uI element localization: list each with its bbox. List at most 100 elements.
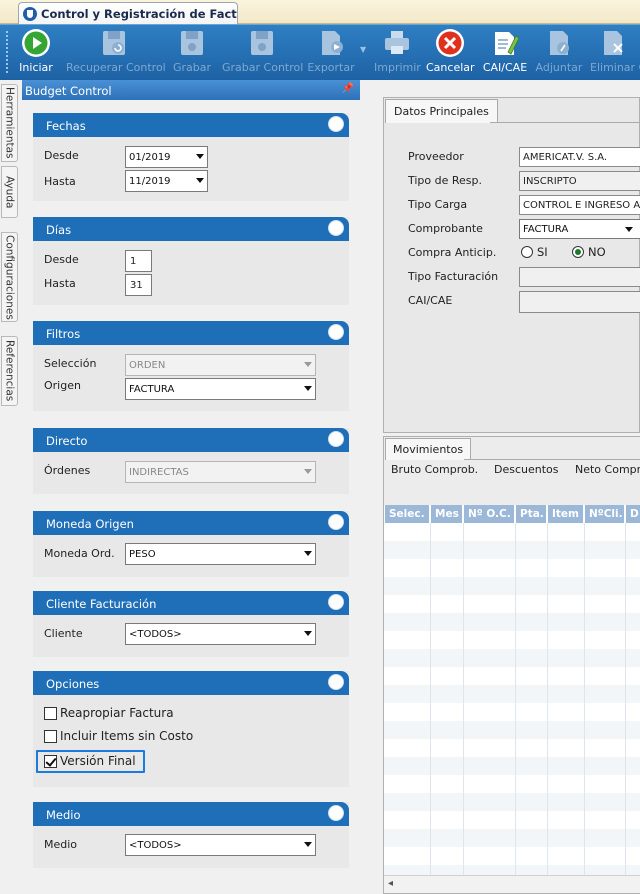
- document-tab[interactable]: Control y Registración de Factura...: [18, 2, 238, 24]
- seleccion-select: ORDEN: [125, 354, 316, 376]
- collapse-circle-icon[interactable]: [328, 594, 344, 610]
- cai-cae-label: CAI/CAE: [408, 294, 453, 307]
- proveedor-field[interactable]: AMERICAT.V. S.A.: [519, 147, 640, 167]
- side-tab-strip: Herramientas Ayuda Configuraciones Refer…: [0, 80, 20, 894]
- scroll-left-icon[interactable]: ◂: [388, 878, 393, 889]
- section-cliente-facturacion: Cliente Facturación Cliente <TODOS>: [33, 591, 349, 657]
- side-tab-referencias[interactable]: Referencias: [1, 336, 18, 406]
- chevron-down-icon: [304, 551, 312, 556]
- column-header-mes[interactable]: Mes: [431, 505, 463, 523]
- column-header-oc[interactable]: Nº O.C.: [464, 505, 515, 523]
- incluir-items-checkbox[interactable]: Incluir Items sin Costo: [44, 729, 193, 743]
- tipo-facturacion-label: Tipo Facturación: [408, 270, 499, 283]
- column-header-selec[interactable]: Selec.: [385, 505, 430, 523]
- collapse-circle-icon[interactable]: [328, 805, 344, 821]
- horizontal-scrollbar[interactable]: ◂: [384, 875, 640, 893]
- fechas-desde-label: Desde: [44, 149, 79, 162]
- collapse-circle-icon[interactable]: [328, 220, 344, 236]
- fechas-hasta-label: Hasta: [44, 175, 76, 188]
- fechas-desde-select[interactable]: 01/2019: [125, 146, 208, 168]
- budget-control-panel: Budget Control 📌 Fechas Desde 01/2019 Ha…: [22, 80, 360, 894]
- section-filtros-header: Filtros: [33, 321, 349, 345]
- compra-no-radio[interactable]: NO: [572, 245, 606, 259]
- pin-icon[interactable]: 📌: [342, 83, 354, 94]
- section-filtros: Filtros Selección ORDEN Origen FACTURA: [33, 321, 349, 411]
- document-pencil-icon: [490, 28, 520, 58]
- section-cliente-header: Cliente Facturación: [33, 591, 349, 615]
- section-medio-header: Medio: [33, 802, 349, 826]
- column-header-d[interactable]: D: [626, 505, 640, 523]
- section-dias-header: Días: [33, 217, 349, 241]
- movimientos-grid[interactable]: [384, 523, 640, 875]
- toolbar: Iniciar Recuperar Control Grabar Grabar …: [0, 24, 640, 80]
- eliminar-button[interactable]: Eliminar C: [590, 28, 640, 74]
- side-tab-ayuda[interactable]: Ayuda: [1, 166, 18, 218]
- datos-principales-panel: Datos Principales Proveedor AMERICAT.V. …: [383, 97, 640, 433]
- cai-cae-button[interactable]: CAI/CAE: [482, 28, 528, 74]
- side-tab-configuraciones[interactable]: Configuraciones: [1, 232, 18, 322]
- toolbar-grip[interactable]: [6, 31, 9, 73]
- tab-movimientos[interactable]: Movimientos: [385, 438, 472, 460]
- recuperar-control-button[interactable]: Recuperar Control: [66, 28, 166, 74]
- reapropiar-factura-checkbox[interactable]: Reapropiar Factura: [44, 706, 174, 720]
- tipo-carga-field[interactable]: CONTROL E INGRESO AUT: [519, 195, 640, 215]
- cliente-select[interactable]: <TODOS>: [125, 623, 316, 645]
- section-directo-header: Directo: [33, 428, 349, 452]
- section-directo: Directo Órdenes INDIRECTAS: [33, 428, 349, 494]
- exportar-button[interactable]: Exportar: [306, 28, 356, 74]
- radio-selected-icon: [572, 246, 584, 258]
- iniciar-button[interactable]: Iniciar: [16, 28, 56, 74]
- save-disk-icon: [177, 28, 207, 58]
- tipo-carga-label: Tipo Carga: [408, 198, 468, 211]
- adjuntar-button[interactable]: Adjuntar: [534, 28, 584, 74]
- section-moneda-origen: Moneda Origen Moneda Ord. PESO: [33, 511, 349, 577]
- cliente-label: Cliente: [44, 627, 83, 640]
- chevron-down-icon: [196, 154, 204, 159]
- collapse-circle-icon[interactable]: [328, 674, 344, 690]
- chevron-down-icon: [196, 178, 204, 183]
- exportar-dropdown-arrow[interactable]: ▼: [360, 45, 366, 54]
- compra-si-radio[interactable]: SI: [521, 245, 548, 259]
- cancelar-button[interactable]: Cancelar: [426, 28, 475, 74]
- chevron-down-icon: [304, 842, 312, 847]
- section-moneda-header: Moneda Origen: [33, 511, 349, 535]
- cancel-icon: [435, 28, 465, 58]
- grabar-control-button[interactable]: Grabar Control: [222, 28, 303, 74]
- dias-hasta-input[interactable]: 31: [125, 274, 152, 296]
- checkbox-box: [44, 706, 57, 720]
- collapse-circle-icon[interactable]: [328, 324, 344, 340]
- moneda-ord-select[interactable]: PESO: [125, 543, 316, 565]
- chevron-down-icon: [304, 631, 312, 636]
- column-header-item[interactable]: Item: [548, 505, 584, 523]
- compra-anticip-label: Compra Anticip.: [408, 246, 497, 259]
- save-control-disk-icon: [247, 28, 277, 58]
- section-fechas-header: Fechas: [33, 113, 349, 137]
- movimientos-panel: Movimientos Bruto Comprob. Descuentos Ne…: [383, 436, 640, 894]
- origen-select[interactable]: FACTURA: [125, 378, 316, 400]
- column-header-ncli[interactable]: NºCli.: [585, 505, 625, 523]
- checkbox-box: [44, 729, 57, 743]
- grabar-button[interactable]: Grabar: [172, 28, 212, 74]
- document-tab-bar: Control y Registración de Factura...: [0, 0, 640, 24]
- checkbox-checked-icon: [44, 754, 57, 768]
- chevron-down-icon: [304, 469, 312, 474]
- version-final-checkbox[interactable]: Versión Final: [44, 754, 136, 768]
- column-header-pta[interactable]: Pta.: [516, 505, 547, 523]
- attach-icon: [544, 28, 574, 58]
- moneda-ord-label: Moneda Ord.: [44, 547, 115, 560]
- chevron-down-icon: [304, 362, 312, 367]
- medio-select[interactable]: <TODOS>: [125, 834, 316, 856]
- printer-icon: [382, 28, 412, 58]
- comprobante-label: Comprobante: [408, 222, 483, 235]
- tab-divider: [464, 459, 640, 460]
- comprobante-select[interactable]: FACTURA: [519, 219, 640, 239]
- fechas-hasta-select[interactable]: 11/2019: [125, 170, 208, 192]
- collapse-circle-icon[interactable]: [328, 116, 344, 132]
- imprimir-button[interactable]: Imprimir: [374, 28, 421, 74]
- collapse-circle-icon[interactable]: [328, 514, 344, 530]
- side-tab-herramientas[interactable]: Herramientas: [1, 84, 18, 162]
- collapse-circle-icon[interactable]: [328, 431, 344, 447]
- dias-desde-input[interactable]: 1: [125, 250, 152, 272]
- tab-datos-principales[interactable]: Datos Principales: [385, 99, 498, 123]
- medio-label: Medio: [44, 838, 78, 851]
